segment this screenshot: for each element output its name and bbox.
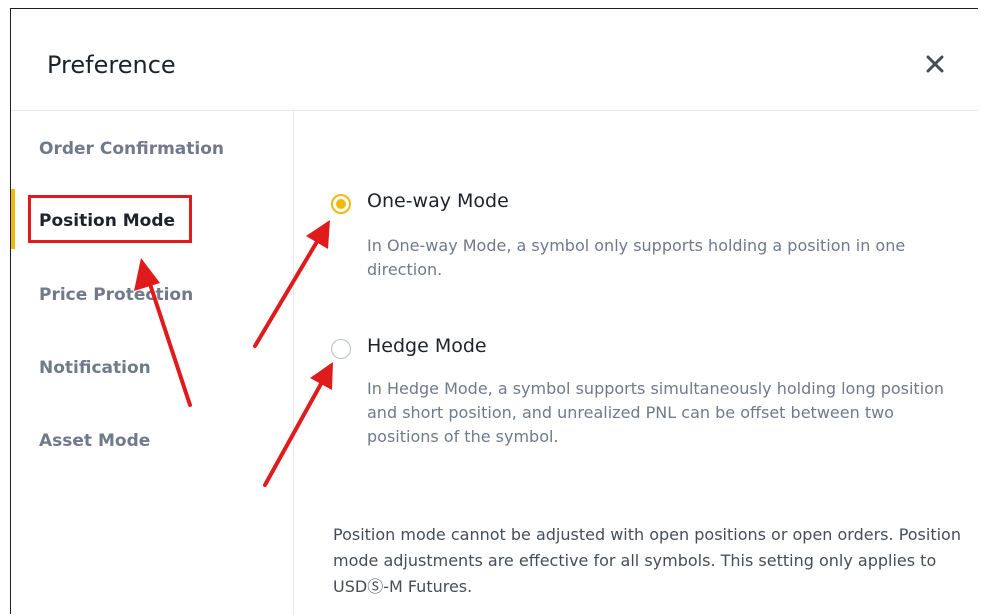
sidebar: Order Confirmation Position Mode Price P… [11,111,294,615]
sidebar-item-order-confirmation[interactable]: Order Confirmation [39,139,224,159]
sidebar-item-asset-mode[interactable]: Asset Mode [39,431,150,451]
hedge-mode-label: Hedge Mode [367,335,487,357]
sidebar-item-notification[interactable]: Notification [39,358,151,378]
sidebar-item-price-protection[interactable]: Price Protection [39,285,193,305]
one-way-mode-radio[interactable] [331,194,351,214]
hedge-mode-radio[interactable] [331,339,351,359]
sidebar-item-position-mode[interactable]: Position Mode [39,211,175,231]
dialog-header: Preference [11,9,978,111]
one-way-mode-label: One-way Mode [367,190,509,212]
active-indicator [11,189,15,249]
one-way-mode-description: In One-way Mode, a symbol only supports … [367,236,906,279]
hedge-mode-description: In Hedge Mode, a symbol supports simulta… [367,379,945,446]
preference-dialog: Preference Order Confirmation Position M… [10,8,978,615]
close-icon [926,55,944,73]
close-button[interactable] [922,51,948,77]
position-mode-note: Position mode cannot be adjusted with op… [333,525,961,596]
dialog-title: Preference [47,51,176,79]
